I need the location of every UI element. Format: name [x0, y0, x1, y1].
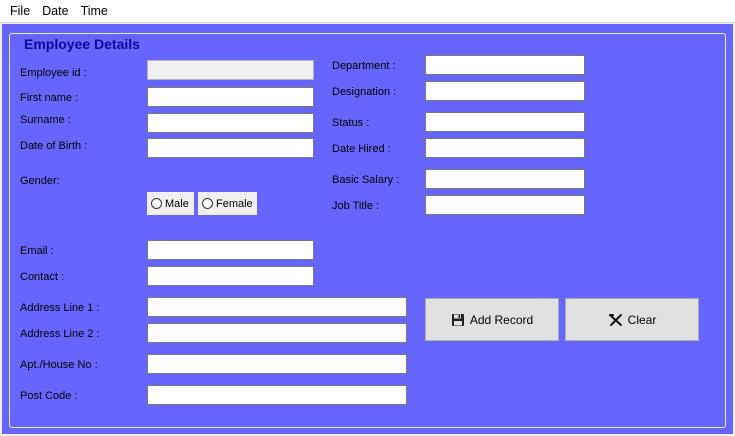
label-address1: Address Line 1 : [20, 302, 100, 314]
contact-field[interactable] [147, 266, 314, 286]
label-gender: Gender: [20, 175, 60, 187]
label-dob: Date of Birth : [20, 140, 88, 152]
clear-label: Clear [627, 312, 657, 327]
menu-bar: File Date Time [0, 0, 735, 23]
label-first-name: First name : [20, 92, 79, 104]
gender-male-label: Male [165, 197, 189, 210]
label-postcode: Post Code : [20, 390, 78, 402]
group-title: Employee Details [22, 35, 142, 53]
label-apt: Apt./House No : [20, 359, 98, 371]
label-email: Email : [20, 245, 54, 257]
menu-file[interactable]: File [0, 0, 36, 22]
job-title-field[interactable] [425, 195, 585, 215]
radio-circle-icon [202, 198, 213, 209]
first-name-field[interactable] [147, 87, 314, 107]
email-field[interactable] [147, 240, 314, 260]
apt-field[interactable] [147, 354, 407, 374]
clear-button[interactable]: Clear [565, 298, 699, 341]
label-status: Status : [332, 117, 370, 129]
dob-field[interactable] [147, 138, 314, 158]
label-contact: Contact : [20, 271, 65, 283]
gender-female-label: Female [216, 197, 253, 210]
gender-male-radio[interactable]: Male [147, 192, 194, 215]
address1-field[interactable] [147, 297, 407, 317]
add-record-button[interactable]: Add Record [425, 298, 559, 341]
x-icon [608, 313, 622, 326]
employee-id-field[interactable] [147, 60, 314, 80]
address2-field[interactable] [147, 323, 407, 343]
label-designation: Designation : [332, 86, 397, 98]
add-record-label: Add Record [469, 312, 534, 327]
department-field[interactable] [425, 55, 585, 75]
label-department: Department : [332, 60, 396, 72]
date-hired-field[interactable] [425, 138, 585, 158]
label-basic-salary: Basic Salary : [332, 174, 400, 186]
postcode-field[interactable] [147, 385, 407, 405]
main-panel: Employee Details Employee id : First nam… [2, 24, 733, 434]
menu-time[interactable]: Time [75, 0, 114, 22]
surname-field[interactable] [147, 113, 314, 133]
label-date-hired: Date Hired : [332, 143, 391, 155]
designation-field[interactable] [425, 81, 585, 101]
label-surname: Surname : [20, 114, 71, 126]
menu-date[interactable]: Date [36, 0, 74, 22]
label-address2: Address Line 2 : [20, 328, 100, 340]
label-job-title: Job Title : [332, 200, 380, 212]
basic-salary-field[interactable] [425, 169, 585, 189]
floppy-disk-icon [451, 313, 464, 326]
radio-circle-icon [151, 198, 162, 209]
label-employee-id: Employee id : [20, 67, 87, 79]
status-field[interactable] [425, 112, 585, 132]
gender-female-radio[interactable]: Female [198, 192, 257, 215]
